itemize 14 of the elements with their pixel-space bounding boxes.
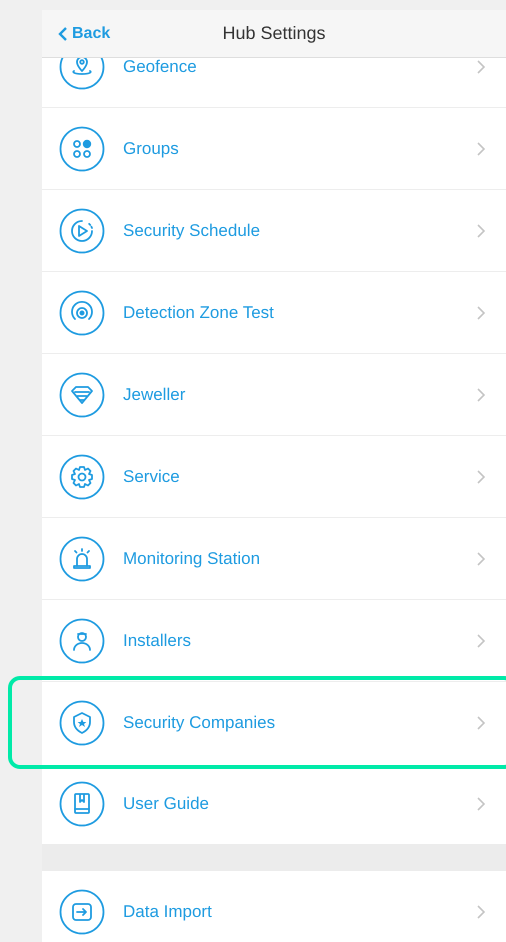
row-label: Jeweller bbox=[123, 384, 186, 404]
row-label: Groups bbox=[123, 138, 180, 158]
row-label: Security Schedule bbox=[123, 220, 262, 240]
screen-title: Hub Settings bbox=[222, 23, 326, 43]
row-label: Data Import bbox=[123, 902, 213, 922]
row-label: Geofence bbox=[123, 58, 198, 76]
back-button[interactable]: Back bbox=[58, 24, 110, 42]
settings-row[interactable]: Geofence bbox=[42, 58, 506, 108]
row-label: Monitoring Station bbox=[123, 548, 262, 568]
row-label: User Guide bbox=[123, 794, 210, 814]
row-label: Detection Zone Test bbox=[123, 302, 275, 322]
row-label: Service bbox=[123, 466, 181, 486]
row-label: Installers bbox=[123, 630, 192, 650]
row-label: Security Companies bbox=[123, 712, 276, 732]
